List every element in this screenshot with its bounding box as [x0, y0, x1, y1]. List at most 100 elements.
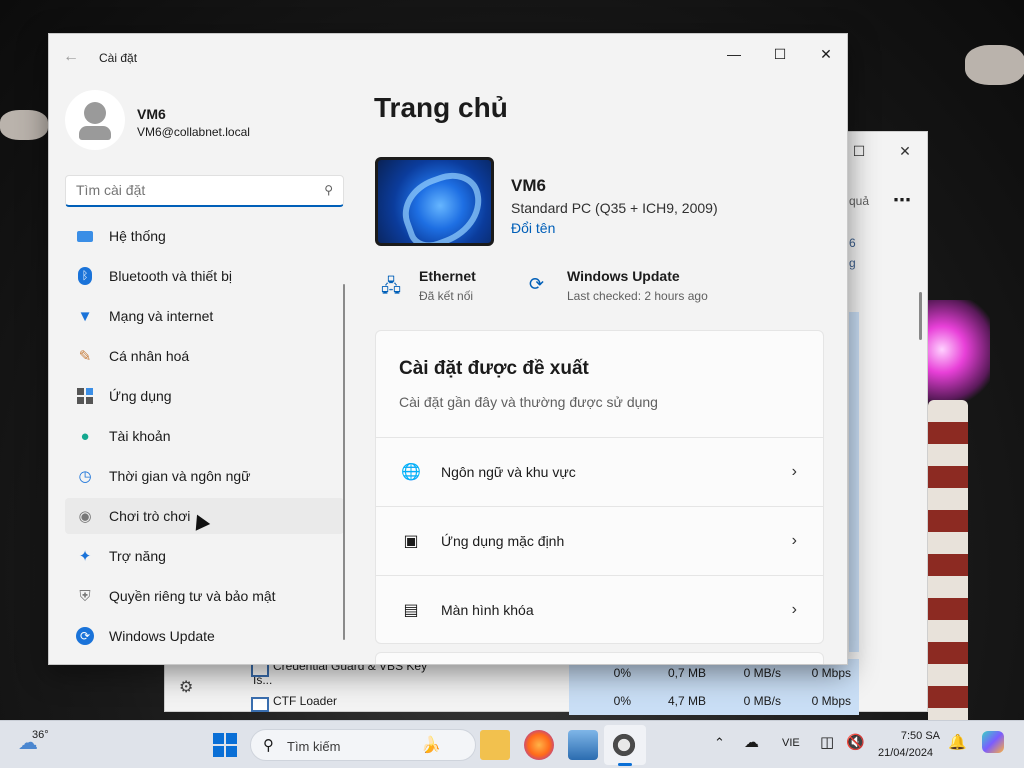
more-options-icon[interactable]: ⋯ [893, 190, 911, 211]
language-icon: 🌐 [401, 464, 421, 481]
weather-temperature[interactable]: 36° [32, 729, 49, 741]
firefox-icon[interactable] [524, 730, 554, 760]
recommended-item-lock-screen[interactable]: ▤ Màn hình khóa › [376, 575, 823, 643]
sidebar-item-time-language[interactable]: ◷ Thời gian và ngôn ngữ [65, 458, 344, 494]
process-table: Credential Guard & VBS Key Is... 0% 0,7 … [213, 659, 929, 715]
search-highlight-icon: 🍌 [421, 737, 441, 754]
accessibility-icon: ✦ [78, 548, 92, 565]
rename-link[interactable]: Đổi tên [511, 220, 555, 236]
recommended-item-default-apps[interactable]: ▣ Ứng dụng mặc định › [376, 506, 823, 575]
maximize-button[interactable]: ☐ [757, 38, 803, 70]
settings-gear-icon[interactable] [610, 731, 638, 759]
back-arrow-icon[interactable]: ← [63, 48, 79, 66]
account-icon: ● [80, 427, 90, 445]
wallpaper-decoration [0, 110, 48, 140]
row-label: Ứng dụng mặc định [441, 533, 565, 549]
shield-icon: ⛨ [79, 587, 91, 605]
notification-bell-icon[interactable]: 🔔 [948, 733, 967, 751]
sidebar-item-label: Ứng dụng [109, 388, 172, 404]
sidebar-item-label: Tài khoản [109, 428, 171, 444]
windows-logo-icon [213, 746, 224, 757]
network-disconnected-icon[interactable]: ☁ [744, 733, 759, 751]
sidebar-item-privacy[interactable]: ⛨ Quyền riêng tư và bảo mật [65, 578, 344, 614]
wallpaper-decoration [965, 45, 1024, 85]
sidebar-item-accessibility[interactable]: ✦ Trợ năng [65, 538, 344, 574]
update-status-icon: ⟳ [529, 274, 545, 294]
settings-window: ← Cài đặt — ☐ ✕ VM6 VM6@collabnet.local … [48, 33, 848, 665]
ethernet-status: Đã kết nối [419, 289, 474, 303]
process-name: CTF Loader [213, 694, 449, 712]
lock-screen-icon: ▤ [403, 602, 419, 619]
title-bar: ← Cài đặt — ☐ ✕ [49, 34, 847, 82]
bluetooth-icon: ᛒ [75, 266, 95, 286]
sidebar-nav: Hệ thống ᛒ Bluetooth và thiết bị ▼ Mạng … [65, 218, 344, 658]
sidebar-item-label: Bluetooth và thiết bị [109, 268, 232, 284]
windows-update-status: Last checked: 2 hours ago [567, 289, 708, 303]
sidebar-item-label: Trợ năng [109, 548, 166, 564]
sidebar-item-apps[interactable]: Ứng dụng [65, 378, 344, 414]
windows-update-title[interactable]: Windows Update [567, 268, 680, 284]
app-title: Cài đặt [99, 51, 138, 65]
update-icon: ⟳ [75, 626, 95, 646]
windows-logo-icon [226, 733, 237, 744]
sidebar-item-label: Thời gian và ngôn ngữ [109, 468, 251, 484]
display-icon[interactable]: ◫ [820, 733, 834, 751]
scrollbar-thumb[interactable] [919, 292, 922, 340]
file-explorer-icon[interactable] [480, 730, 510, 760]
sidebar-item-label: Quyền riêng tư và bảo mật [109, 588, 276, 604]
row-label: Ngôn ngữ và khu vực [441, 464, 576, 480]
system-icon [75, 226, 95, 246]
recommended-item-language-region[interactable]: 🌐 Ngôn ngữ và khu vực › [376, 437, 823, 506]
disk-cell: 0 MB/s [714, 687, 789, 715]
chevron-right-icon: › [791, 463, 797, 480]
filter-label: quả [849, 194, 870, 208]
start-button[interactable] [213, 733, 237, 757]
default-apps-icon: ▣ [403, 533, 419, 550]
sidebar-item-bluetooth[interactable]: ᛒ Bluetooth và thiết bị [65, 258, 344, 294]
task-manager-icon[interactable] [568, 730, 598, 760]
language-indicator[interactable]: VIE [782, 737, 800, 749]
table-row[interactable]: CTF Loader 0% 4,7 MB 0 MB/s 0 Mbps [213, 687, 929, 715]
clock-date[interactable]: 21/04/2024 [878, 747, 933, 759]
search-input[interactable] [76, 182, 306, 198]
profile-name: VM6 [137, 106, 166, 122]
taskbar: ☁ 36° ⚲ Tìm kiếm 🍌 ⌃ ☁ VIE ◫ 🔇 7:50 SA 2… [0, 720, 1024, 768]
search-box[interactable]: ⚲ [65, 175, 344, 207]
network-cell: 0 Mbps [789, 687, 859, 715]
cpu-cell: 0% [569, 687, 639, 715]
windows-logo-icon [213, 733, 224, 744]
device-model: Standard PC (Q35 + ICH9, 2009) [511, 200, 718, 216]
taskbar-search[interactable]: ⚲ Tìm kiếm 🍌 [250, 729, 476, 761]
next-card [375, 652, 824, 664]
minimize-button[interactable]: — [711, 38, 757, 70]
sidebar-item-system[interactable]: Hệ thống [65, 218, 344, 254]
chevron-up-icon[interactable]: ⌃ [714, 735, 725, 751]
avatar[interactable] [65, 90, 125, 150]
sidebar-scrollbar[interactable] [343, 284, 345, 640]
active-indicator [618, 763, 632, 766]
close-button[interactable]: ✕ [803, 38, 847, 70]
page-title: Trang chủ [374, 92, 508, 123]
brush-icon: ✎ [78, 348, 92, 365]
gamepad-icon: ◉ [78, 508, 92, 525]
sidebar-item-network[interactable]: ▼ Mạng và internet [65, 298, 344, 334]
card-subtitle: Cài đặt gần đây và thường được sử dụng [399, 394, 658, 410]
sidebar-item-label: Windows Update [109, 628, 215, 644]
network-column-strip [849, 312, 859, 652]
copilot-icon[interactable] [982, 731, 1004, 753]
settings-gear-icon[interactable]: ⚙ [179, 677, 193, 697]
row-label: Màn hình khóa [441, 602, 534, 618]
ethernet-title[interactable]: Ethernet [419, 268, 476, 284]
sidebar-item-personalization[interactable]: ✎ Cá nhân hoá [65, 338, 344, 374]
clock-time[interactable]: 7:50 SA [896, 730, 940, 742]
search-icon: ⚲ [324, 183, 333, 197]
chevron-right-icon: › [791, 532, 797, 549]
sidebar-item-accounts[interactable]: ● Tài khoản [65, 418, 344, 454]
close-icon[interactable]: ✕ [885, 138, 925, 164]
wifi-icon: ▼ [77, 307, 93, 325]
sidebar-item-windows-update[interactable]: ⟳ Windows Update [65, 618, 344, 654]
sidebar-item-label: Mạng và internet [109, 308, 214, 324]
search-icon: ⚲ [263, 737, 274, 754]
speaker-muted-icon[interactable]: 🔇 [846, 733, 865, 751]
memory-cell: 4,7 MB [639, 687, 714, 715]
